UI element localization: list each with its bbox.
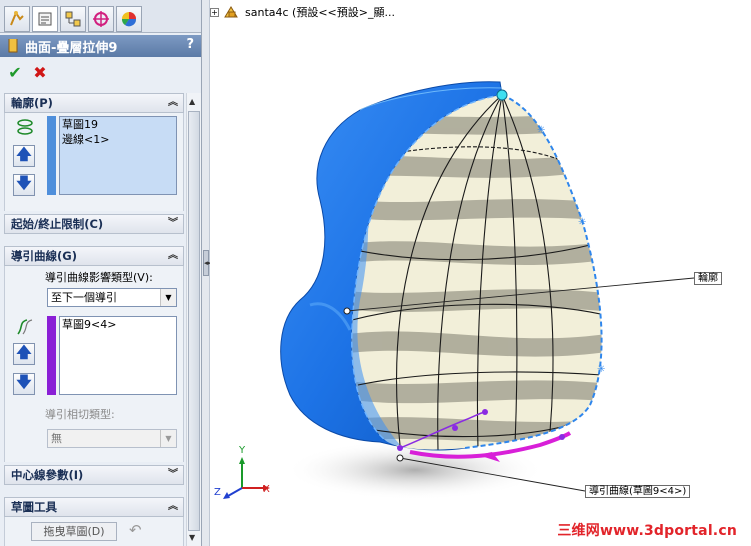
dropdown-arrow-icon: ▼ bbox=[160, 289, 176, 306]
profile-section-title: 輪廓(P) bbox=[11, 96, 53, 110]
move-up-button[interactable]: 🡅 bbox=[13, 343, 35, 365]
ok-button[interactable]: ✔ bbox=[6, 64, 24, 82]
scroll-thumb[interactable] bbox=[188, 111, 200, 531]
guide-list[interactable]: 草圖9<4> bbox=[59, 316, 177, 395]
expand-chevron-icon[interactable]: ︾ bbox=[168, 215, 178, 233]
property-manager-icon bbox=[38, 12, 52, 26]
splitter-handle[interactable]: ◂▸ bbox=[203, 250, 211, 276]
connector-marker: ✳ bbox=[578, 217, 586, 228]
sketch-tools-section-header[interactable]: 草圖工具 ︽ bbox=[4, 497, 184, 517]
dropdown-arrow-icon: ▼ bbox=[160, 430, 176, 447]
profile-section-header[interactable]: 輪廓(P) ︽ bbox=[4, 93, 184, 113]
axis-label-x: X bbox=[263, 484, 270, 495]
guide-curve-callout[interactable]: 導引曲線(草圖9<4>) bbox=[585, 485, 691, 498]
dimxpert-icon bbox=[93, 11, 109, 27]
influence-type-select[interactable]: 至下一個導引 ▼ bbox=[47, 288, 177, 307]
arrow-down-icon: 🡇 bbox=[16, 173, 32, 192]
feature-title-bar: 曲面-疊層拉伸9 ? bbox=[0, 35, 201, 57]
watermark: 三维网www.3dportal.cn bbox=[557, 523, 737, 539]
guide-section-header[interactable]: 導引曲線(G) ︽ bbox=[4, 246, 184, 266]
manager-tabs bbox=[0, 0, 201, 33]
arrow-up-icon: 🡅 bbox=[16, 144, 32, 163]
tab-property-manager[interactable] bbox=[32, 6, 58, 32]
drag-sketch-button[interactable]: 拖曳草圖(D) bbox=[31, 522, 117, 541]
scroll-up-icon[interactable]: ▲ bbox=[189, 97, 195, 106]
tangency-type-value: 無 bbox=[51, 432, 62, 445]
influence-type-label: 導引曲線影響類型(V): bbox=[45, 271, 153, 284]
display-manager-icon bbox=[121, 12, 137, 27]
cancel-button[interactable]: ✖ bbox=[31, 64, 49, 82]
limits-section-header[interactable]: 起始/終止限制(C) ︾ bbox=[4, 214, 184, 234]
model-view[interactable]: ✳ ✳ ✳ bbox=[210, 0, 751, 546]
collapse-chevron-icon[interactable]: ︽ bbox=[168, 247, 178, 265]
profile-list[interactable]: 草圖19 邊線<1> bbox=[59, 116, 177, 195]
vertex-point[interactable] bbox=[496, 89, 508, 101]
sketch-tools-section-body: 拖曳草圖(D) ↶ bbox=[4, 517, 184, 546]
connector-marker: ✳ bbox=[597, 364, 605, 375]
scroll-down-icon[interactable]: ▼ bbox=[189, 533, 195, 542]
sketch-tools-section-title: 草圖工具 bbox=[11, 500, 57, 514]
tab-display-manager[interactable] bbox=[116, 6, 142, 32]
profile-selection-icon bbox=[17, 119, 33, 135]
axis-label-y: Y bbox=[239, 445, 246, 456]
feature-manager-icon bbox=[10, 10, 24, 26]
guide-color-strip bbox=[47, 316, 56, 395]
panel-scrollbar[interactable]: ▲ ▼ bbox=[186, 93, 201, 546]
undo-icon[interactable]: ↶ bbox=[129, 521, 142, 539]
ok-cancel-row: ✔ ✖ bbox=[0, 58, 201, 88]
list-item[interactable]: 草圖9<4> bbox=[60, 317, 176, 332]
move-up-button[interactable]: 🡅 bbox=[13, 145, 35, 167]
limits-section-title: 起始/終止限制(C) bbox=[11, 217, 104, 231]
configuration-manager-icon bbox=[65, 11, 81, 27]
arrow-down-icon: 🡇 bbox=[16, 372, 32, 391]
move-down-button[interactable]: 🡇 bbox=[13, 174, 35, 196]
help-button[interactable]: ? bbox=[186, 37, 194, 52]
profile-section-body: 🡅 🡇 草圖19 邊線<1> bbox=[4, 113, 184, 211]
collapse-chevron-icon[interactable]: ︽ bbox=[168, 94, 178, 112]
centerline-section-header[interactable]: 中心線參數(I) ︾ bbox=[4, 465, 184, 485]
profile-callout[interactable]: 輪廓 bbox=[694, 272, 722, 285]
collapse-chevron-icon[interactable]: ︽ bbox=[168, 498, 178, 516]
feature-title: 曲面-疊層拉伸9 bbox=[25, 40, 118, 56]
property-manager-panel: 曲面-疊層拉伸9 ? ✔ ✖ 輪廓(P) ︽ 🡅 🡇 草圖19 邊線<1> 起始… bbox=[0, 0, 202, 546]
expand-chevron-icon[interactable]: ︾ bbox=[168, 466, 178, 484]
axis-label-z: Z bbox=[214, 487, 221, 498]
list-item[interactable]: 草圖19 bbox=[60, 117, 176, 132]
influence-type-value: 至下一個導引 bbox=[51, 291, 117, 304]
move-down-button[interactable]: 🡇 bbox=[13, 373, 35, 395]
graphics-area[interactable]: + santa4c (預設<<預設>_顯... ✳ ✳ ✳ Y X Z 輪廓 導… bbox=[210, 0, 751, 546]
guide-section-body: 導引曲線影響類型(V): 至下一個導引 ▼ 🡅 🡇 草圖9<4> 導引相切類型:… bbox=[4, 266, 184, 462]
tangency-type-label: 導引相切類型: bbox=[45, 408, 115, 421]
loft-surface-icon bbox=[8, 39, 18, 53]
guide-curve-icon bbox=[17, 319, 33, 335]
centerline-section-title: 中心線參數(I) bbox=[11, 468, 84, 482]
panel-splitter[interactable]: ◂▸ bbox=[202, 0, 211, 546]
tab-configuration-manager[interactable] bbox=[60, 6, 86, 32]
tab-dimxpert[interactable] bbox=[88, 6, 114, 32]
connector-marker: ✳ bbox=[537, 125, 545, 136]
arrow-up-icon: 🡅 bbox=[16, 342, 32, 361]
list-item[interactable]: 邊線<1> bbox=[60, 132, 176, 147]
tab-feature-manager[interactable] bbox=[4, 6, 30, 32]
tangency-type-select[interactable]: 無 ▼ bbox=[47, 429, 177, 448]
profile-color-strip bbox=[47, 116, 56, 195]
guide-section-title: 導引曲線(G) bbox=[11, 249, 77, 263]
